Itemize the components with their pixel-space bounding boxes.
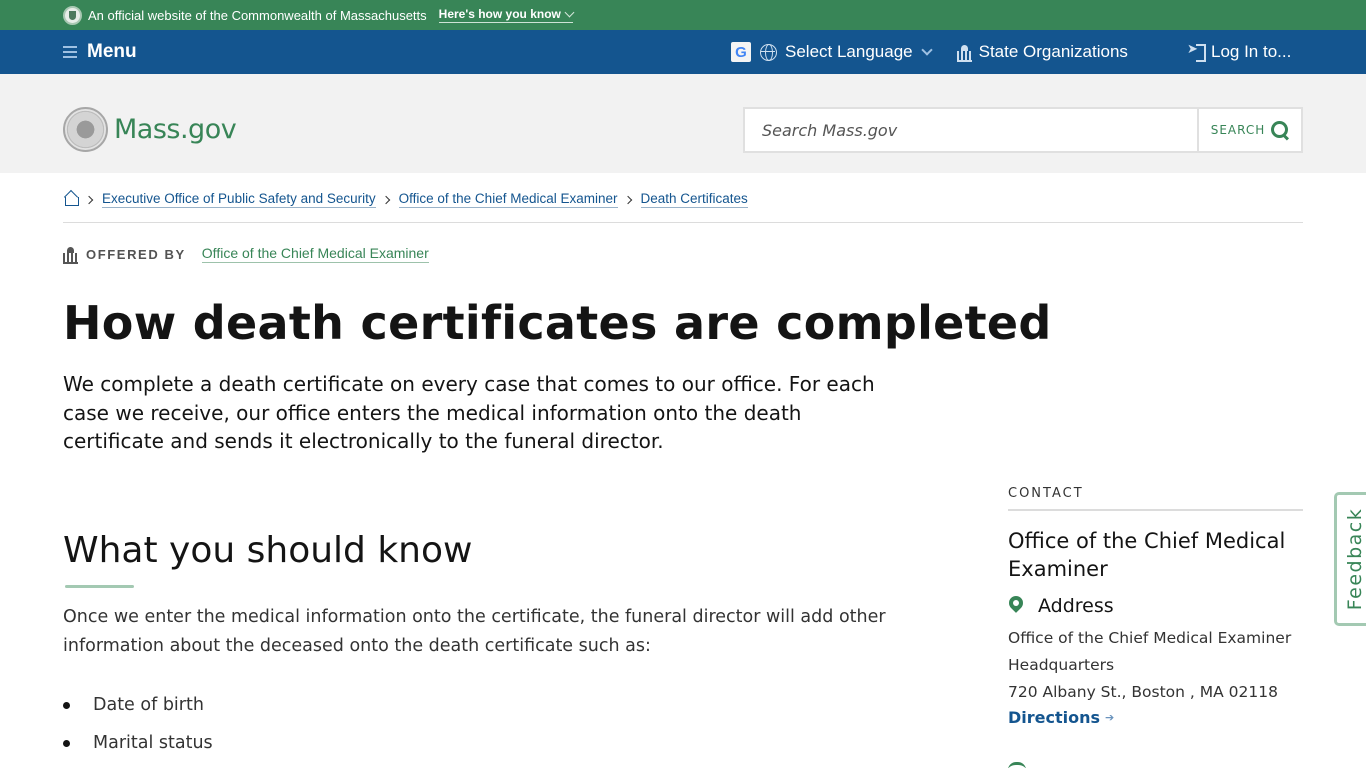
utility-nav: Menu G Select Language State Organizatio… xyxy=(0,30,1366,74)
heres-how-you-know-label: Here's how you know xyxy=(438,7,561,21)
offered-by: OFFERED BY Office of the Chief Medical E… xyxy=(63,245,429,264)
select-language-dropdown[interactable]: Select Language xyxy=(760,42,933,62)
login-button[interactable]: Log In to... xyxy=(1187,41,1292,62)
address-block: Office of the Chief Medical Examiner Hea… xyxy=(1008,625,1303,706)
section-title: What you should know xyxy=(63,530,473,571)
state-organizations-label: State Organizations xyxy=(978,42,1128,61)
globe-icon xyxy=(760,43,777,61)
info-list: Date of birth Marital status xyxy=(63,686,213,762)
menu-button[interactable]: Menu xyxy=(63,41,137,63)
search-form: SEARCH xyxy=(743,107,1303,153)
logo-text: Mass.gov xyxy=(114,114,237,145)
heres-how-you-know-toggle[interactable]: Here's how you know xyxy=(438,7,575,23)
login-label: Log In to... xyxy=(1211,42,1292,61)
state-organizations-button[interactable]: State Organizations xyxy=(956,42,1128,62)
address-line: 720 Albany St., Boston , MA 02118 xyxy=(1008,683,1278,701)
feedback-tab[interactable]: Feedback xyxy=(1334,492,1366,626)
feedback-label: Feedback xyxy=(1344,507,1366,611)
directions-label: Directions xyxy=(1008,708,1101,727)
contact-heading: CONTACT xyxy=(1008,486,1303,511)
capitol-building-icon xyxy=(63,246,78,264)
search-input[interactable] xyxy=(745,109,1197,151)
offered-by-org-link[interactable]: Office of the Chief Medical Examiner xyxy=(201,245,429,263)
offered-by-label: OFFERED BY xyxy=(86,246,186,262)
section-body: Once we enter the medical information on… xyxy=(63,607,886,656)
section-underline xyxy=(65,585,134,588)
breadcrumb-item-ocme[interactable]: Office of the Chief Medical Examiner xyxy=(398,191,618,208)
address-heading: Address xyxy=(1008,595,1303,617)
breadcrumb: Executive Office of Public Safety and Se… xyxy=(63,191,748,208)
chevron-right-icon xyxy=(84,195,94,204)
chevron-down-icon xyxy=(564,7,575,17)
nav-right-group: G Select Language State Organizations xyxy=(731,42,1128,62)
address-heading-label: Address xyxy=(1038,595,1114,617)
mass-gov-logo-link[interactable]: Mass.gov xyxy=(63,107,237,152)
divider xyxy=(63,222,1303,223)
chevron-right-icon xyxy=(623,195,632,204)
address-line: Headquarters xyxy=(1008,656,1115,674)
breadcrumb-home-link[interactable] xyxy=(63,191,79,208)
phone-icon xyxy=(1008,762,1026,768)
menu-label: Menu xyxy=(87,41,137,62)
contact-panel: CONTACT Office of the Chief Medical Exam… xyxy=(1008,486,1303,727)
chevron-down-icon xyxy=(920,43,933,56)
search-button-label: SEARCH xyxy=(1210,123,1266,137)
google-translate-icon: G xyxy=(731,42,751,62)
list-item: Marital status xyxy=(63,724,213,762)
arrow-right-icon: ➔ xyxy=(1105,711,1115,724)
state-seal-icon xyxy=(63,5,82,25)
contact-org-name: Office of the Chief Medical Examiner xyxy=(1008,529,1286,581)
breadcrumb-item-death-certificates[interactable]: Death Certificates xyxy=(640,191,748,208)
select-language-label: Select Language xyxy=(785,42,913,61)
state-seal-icon xyxy=(63,107,108,152)
official-website-text: An official website of the Commonwealth … xyxy=(88,7,427,23)
sign-in-icon xyxy=(1187,41,1206,62)
home-icon xyxy=(63,191,79,206)
search-button[interactable]: SEARCH xyxy=(1197,109,1301,151)
site-header: Mass.gov SEARCH xyxy=(0,74,1366,173)
chevron-right-icon xyxy=(381,195,390,204)
page-lede: We complete a death certificate on every… xyxy=(63,372,875,453)
directions-link[interactable]: Directions ➔ xyxy=(1008,708,1114,727)
address-line: Office of the Chief Medical Examiner xyxy=(1008,629,1292,647)
search-icon xyxy=(1271,121,1289,139)
breadcrumb-item-eopss[interactable]: Executive Office of Public Safety and Se… xyxy=(102,191,376,208)
capitol-building-icon xyxy=(956,44,972,62)
official-banner: An official website of the Commonwealth … xyxy=(0,0,1366,30)
page-title: How death certificates are completed xyxy=(63,296,1052,350)
list-item: Date of birth xyxy=(63,686,213,724)
map-pin-icon xyxy=(1008,596,1024,616)
hamburger-icon xyxy=(63,46,77,58)
